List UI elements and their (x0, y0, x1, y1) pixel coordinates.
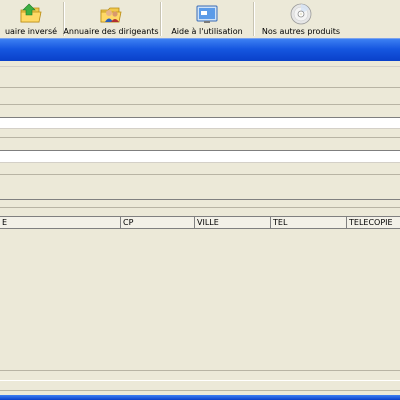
other-products-label: Nos autres produits (261, 27, 341, 36)
column-header-name[interactable]: E (0, 217, 120, 228)
folder-arrow-icon (19, 2, 43, 26)
search-field-1[interactable] (0, 117, 400, 129)
divider (0, 390, 400, 391)
section-title-bar (0, 38, 400, 61)
help-label: Aide à l'utilisation (171, 27, 243, 36)
column-header-tel[interactable]: TEL (270, 217, 346, 228)
divider (0, 380, 400, 381)
toolbar: uaire inversé Annuaire des dirigeants Ai… (0, 0, 400, 38)
help-screen-icon (195, 2, 219, 26)
cd-disc-icon (289, 2, 313, 26)
executives-directory-label: Annuaire des dirigeants (63, 27, 159, 36)
divider (0, 137, 400, 138)
executives-directory-button[interactable]: Annuaire des dirigeants (63, 0, 159, 38)
divider (0, 370, 400, 371)
results-table-header: E CP VILLE TEL TELECOPIE (0, 216, 400, 229)
help-button[interactable]: Aide à l'utilisation (162, 0, 252, 38)
folder-people-icon (99, 2, 123, 26)
divider (0, 87, 400, 88)
search-field-2[interactable] (0, 150, 400, 163)
reverse-directory-label: uaire inversé (4, 27, 58, 36)
divider (0, 104, 400, 105)
reverse-directory-button[interactable]: uaire inversé (0, 0, 62, 38)
other-products-button[interactable]: Nos autres produits (255, 0, 347, 38)
results-list[interactable] (0, 229, 400, 370)
divider (0, 66, 400, 67)
column-header-telecopie[interactable]: TELECOPIE (346, 217, 400, 228)
divider (0, 199, 400, 200)
column-header-ville[interactable]: VILLE (194, 217, 270, 228)
bottom-status-bar (0, 395, 400, 400)
column-header-cp[interactable]: CP (120, 217, 194, 228)
divider (0, 207, 400, 208)
divider (0, 174, 400, 175)
